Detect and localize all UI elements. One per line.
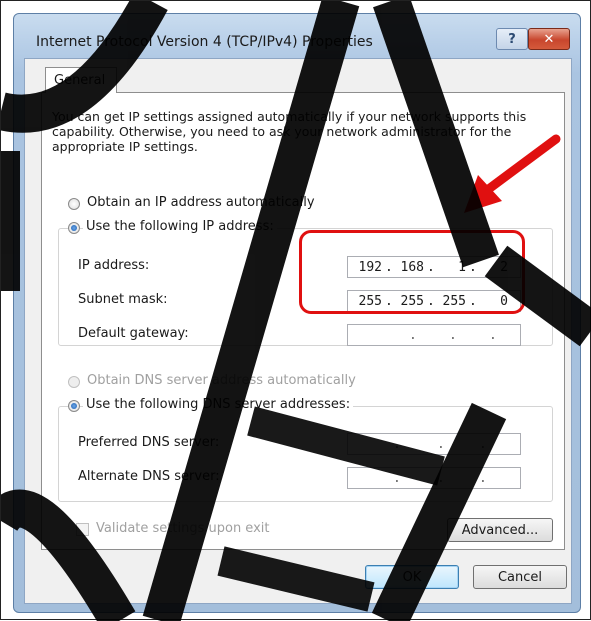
- alternate-dns-dot: .: [393, 471, 401, 486]
- red-arrow-icon: [464, 134, 561, 213]
- window-title: Internet Protocol Version 4 (TCP/IPv4) P…: [36, 34, 373, 50]
- validate-settings-checkbox[interactable]: [76, 523, 89, 536]
- preferred-dns-field[interactable]: . . .: [347, 433, 521, 455]
- close-button[interactable]: ✕: [528, 28, 570, 50]
- obtain-ip-automatically-label: Obtain an IP address automatically: [87, 195, 315, 210]
- default-gateway-field[interactable]: . . .: [347, 324, 521, 346]
- gateway-dot: .: [409, 328, 417, 343]
- help-button[interactable]: ?: [496, 28, 528, 50]
- alternate-dns-dot: .: [437, 471, 445, 486]
- cancel-button[interactable]: Cancel: [473, 565, 567, 589]
- validate-settings-label: Validate settings upon exit: [96, 521, 270, 536]
- tab-general[interactable]: General: [45, 67, 117, 93]
- preferred-dns-dot: .: [479, 437, 487, 452]
- title-bar: Internet Protocol Version 4 (TCP/IPv4) P…: [14, 14, 580, 62]
- obtain-dns-automatically-radio[interactable]: [68, 376, 80, 388]
- preferred-dns-label: Preferred DNS server:: [78, 435, 220, 450]
- question-mark-icon: ?: [508, 31, 516, 47]
- close-icon: ✕: [543, 31, 555, 47]
- default-gateway-label: Default gateway:: [78, 326, 189, 341]
- screenshot-frame: Internet Protocol Version 4 (TCP/IPv4) P…: [0, 0, 591, 621]
- use-following-dns-label: Use the following DNS server addresses:: [83, 397, 354, 412]
- use-following-ip-radio[interactable]: [68, 222, 80, 234]
- ok-button[interactable]: OK: [365, 565, 459, 589]
- preferred-dns-dot: .: [437, 437, 445, 452]
- obtain-ip-automatically-radio[interactable]: [68, 198, 80, 210]
- preferred-dns-dot: .: [393, 437, 401, 452]
- alternate-dns-field[interactable]: . . .: [347, 467, 521, 489]
- advanced-button[interactable]: Advanced...: [447, 518, 553, 542]
- gateway-dot: .: [489, 328, 497, 343]
- gateway-dot: .: [449, 328, 457, 343]
- use-following-ip-label: Use the following IP address:: [83, 219, 277, 234]
- ip-address-label: IP address:: [78, 258, 150, 273]
- obtain-dns-automatically-label: Obtain DNS server address automatically: [87, 373, 356, 388]
- use-following-dns-radio[interactable]: [68, 400, 80, 412]
- alternate-dns-label: Alternate DNS server:: [78, 469, 220, 484]
- alternate-dns-dot: .: [479, 471, 487, 486]
- highlight-box: [299, 230, 525, 314]
- subnet-mask-label: Subnet mask:: [78, 292, 168, 307]
